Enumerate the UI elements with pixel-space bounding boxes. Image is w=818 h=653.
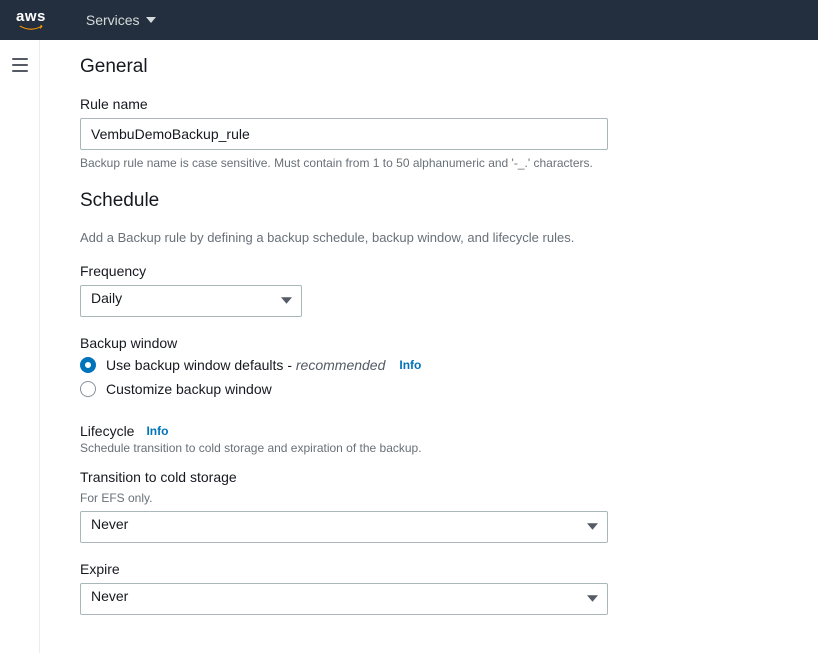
schedule-heading: Schedule: [80, 190, 770, 212]
hamburger-icon[interactable]: [12, 58, 28, 72]
frequency-label: Frequency: [80, 263, 770, 279]
backup-window-label: Backup window: [80, 335, 770, 351]
rule-name-input[interactable]: [80, 118, 608, 150]
radio-default-window[interactable]: Use backup window defaults - recommended…: [80, 357, 770, 373]
transition-select[interactable]: Never: [80, 511, 608, 543]
main-content: General Rule name Backup rule name is ca…: [40, 40, 810, 653]
lifecycle-label: Lifecycle: [80, 423, 134, 439]
aws-logo-text: aws: [16, 9, 46, 24]
caret-down-icon: [146, 15, 156, 25]
info-link[interactable]: Info: [399, 358, 421, 372]
radio-custom-label: Customize backup window: [106, 381, 272, 397]
services-label: Services: [86, 12, 140, 28]
expire-field: Expire Never: [80, 561, 770, 615]
aws-logo[interactable]: aws: [16, 9, 46, 31]
top-nav: aws Services: [0, 0, 818, 40]
sidebar-collapsed: [0, 40, 40, 653]
transition-field: Transition to cold storage For EFS only.…: [80, 469, 770, 543]
info-link[interactable]: Info: [146, 424, 168, 438]
transition-label: Transition to cold storage: [80, 469, 770, 485]
frequency-field: Frequency Daily: [80, 263, 770, 317]
frequency-select[interactable]: Daily: [80, 285, 302, 317]
expire-label: Expire: [80, 561, 770, 577]
services-menu-button[interactable]: Services: [86, 12, 156, 28]
rule-name-label: Rule name: [80, 96, 770, 112]
lifecycle-header: Lifecycle Info: [80, 423, 770, 439]
radio-custom-window[interactable]: Customize backup window: [80, 381, 770, 397]
lifecycle-desc: Schedule transition to cold storage and …: [80, 441, 770, 455]
rule-name-help: Backup rule name is case sensitive. Must…: [80, 155, 770, 172]
expire-value: Never: [91, 588, 128, 604]
rule-name-field: Rule name Backup rule name is case sensi…: [80, 96, 770, 172]
radio-default-label: Use backup window defaults - recommended: [106, 357, 385, 373]
backup-window-field: Backup window Use backup window defaults…: [80, 335, 770, 397]
transition-value: Never: [91, 516, 128, 532]
radio-selected-icon: [80, 357, 96, 373]
transition-help: For EFS only.: [80, 491, 770, 505]
schedule-desc: Add a Backup rule by defining a backup s…: [80, 230, 770, 245]
expire-select[interactable]: Never: [80, 583, 608, 615]
radio-unselected-icon: [80, 381, 96, 397]
aws-swoosh-icon: [17, 25, 45, 31]
frequency-value: Daily: [91, 290, 122, 306]
general-heading: General: [80, 56, 770, 78]
